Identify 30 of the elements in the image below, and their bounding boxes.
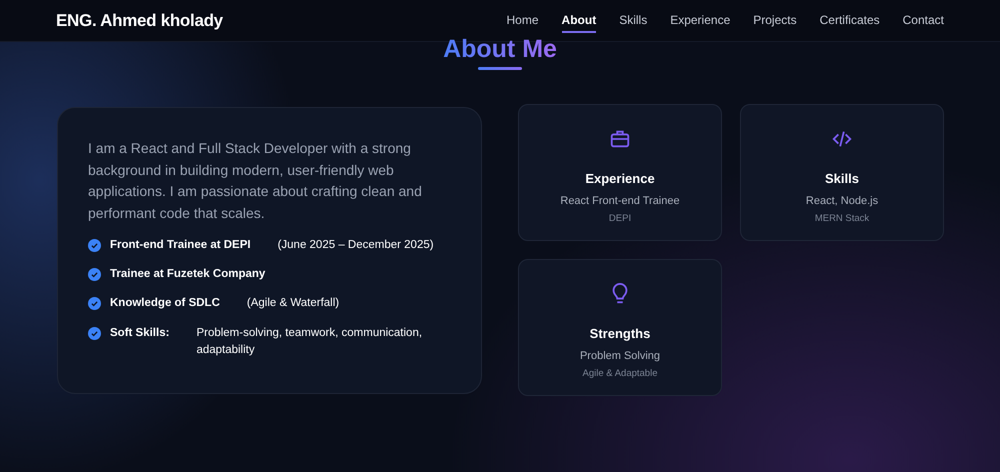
highlight-detail: (Agile & Waterfall) [246, 296, 340, 312]
card-title: Experience [584, 170, 656, 188]
nav-link[interactable]: Skills [619, 8, 648, 32]
card-note: DEPI [608, 212, 632, 226]
card-note: Agile & Adaptable [581, 367, 658, 381]
check-icon [88, 326, 101, 340]
highlight-title: Front-end Trainee at DEPI [110, 238, 251, 253]
nav-link[interactable]: Experience [670, 8, 730, 32]
card-title: Strengths [588, 325, 652, 343]
check-icon [88, 268, 101, 281]
nav-link[interactable]: Certificates [820, 8, 880, 32]
check-icon [88, 238, 101, 252]
intro-paragraph: I am a React and Full Stack Developer with a strong background in building modern, user-friendly web applications. I am passionate about crafting clean and performant code that scales. [88, 139, 423, 224]
card-subtitle: React, Node.js [804, 194, 880, 208]
card-subtitle: React Front-end Trainee [559, 194, 681, 208]
check-icon [88, 297, 101, 310]
highlight-detail: Problem-solving, teamwork, communication, adaptability [196, 326, 424, 358]
nav-link[interactable]: Projects [753, 8, 797, 32]
highlight-title: Trainee at Fuzetek Company [110, 267, 266, 282]
nav-link[interactable]: Home [506, 8, 539, 32]
card-note: MERN Stack [814, 212, 870, 226]
title-underline [478, 67, 522, 70]
highlight-detail: (June 2025 – December 2025) [278, 238, 434, 253]
nav-link[interactable]: Contact [902, 8, 944, 32]
brand-logo[interactable]: ENG. Ahmed kholady [56, 8, 223, 34]
nav-link[interactable]: About [562, 8, 596, 32]
card-subtitle: Problem Solving [578, 348, 662, 364]
card-title: Skills [824, 170, 860, 188]
highlight-title: Knowledge of SDLC [110, 296, 220, 312]
highlight-title: Soft Skills: [110, 326, 170, 340]
